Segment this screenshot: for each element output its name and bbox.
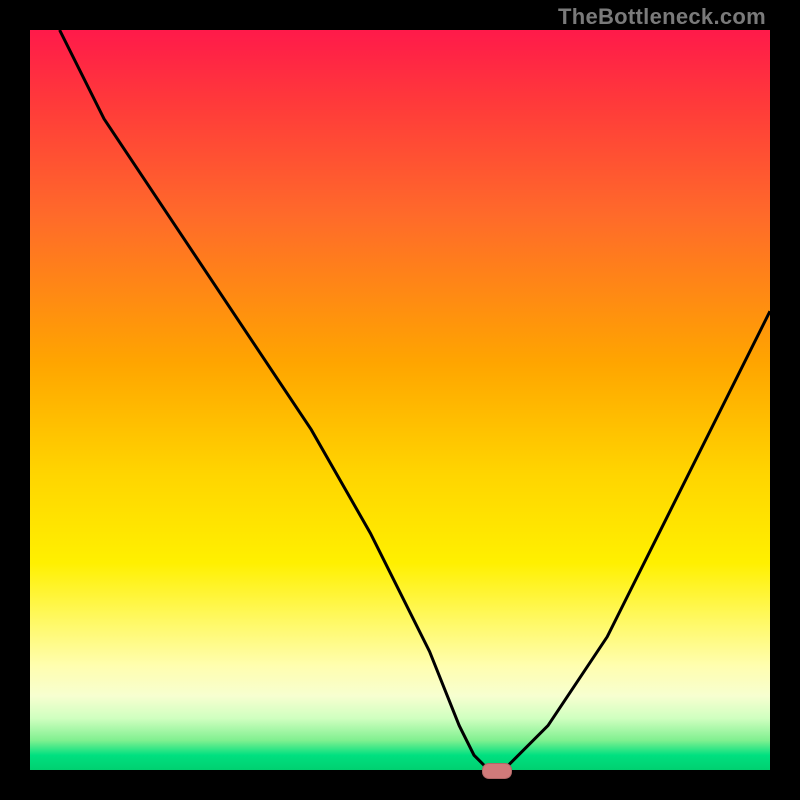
curve-path — [60, 30, 770, 770]
optimal-point-marker — [482, 763, 512, 779]
bottleneck-curve — [30, 30, 770, 770]
chart-frame: TheBottleneck.com — [0, 0, 800, 800]
watermark-text: TheBottleneck.com — [558, 4, 766, 30]
